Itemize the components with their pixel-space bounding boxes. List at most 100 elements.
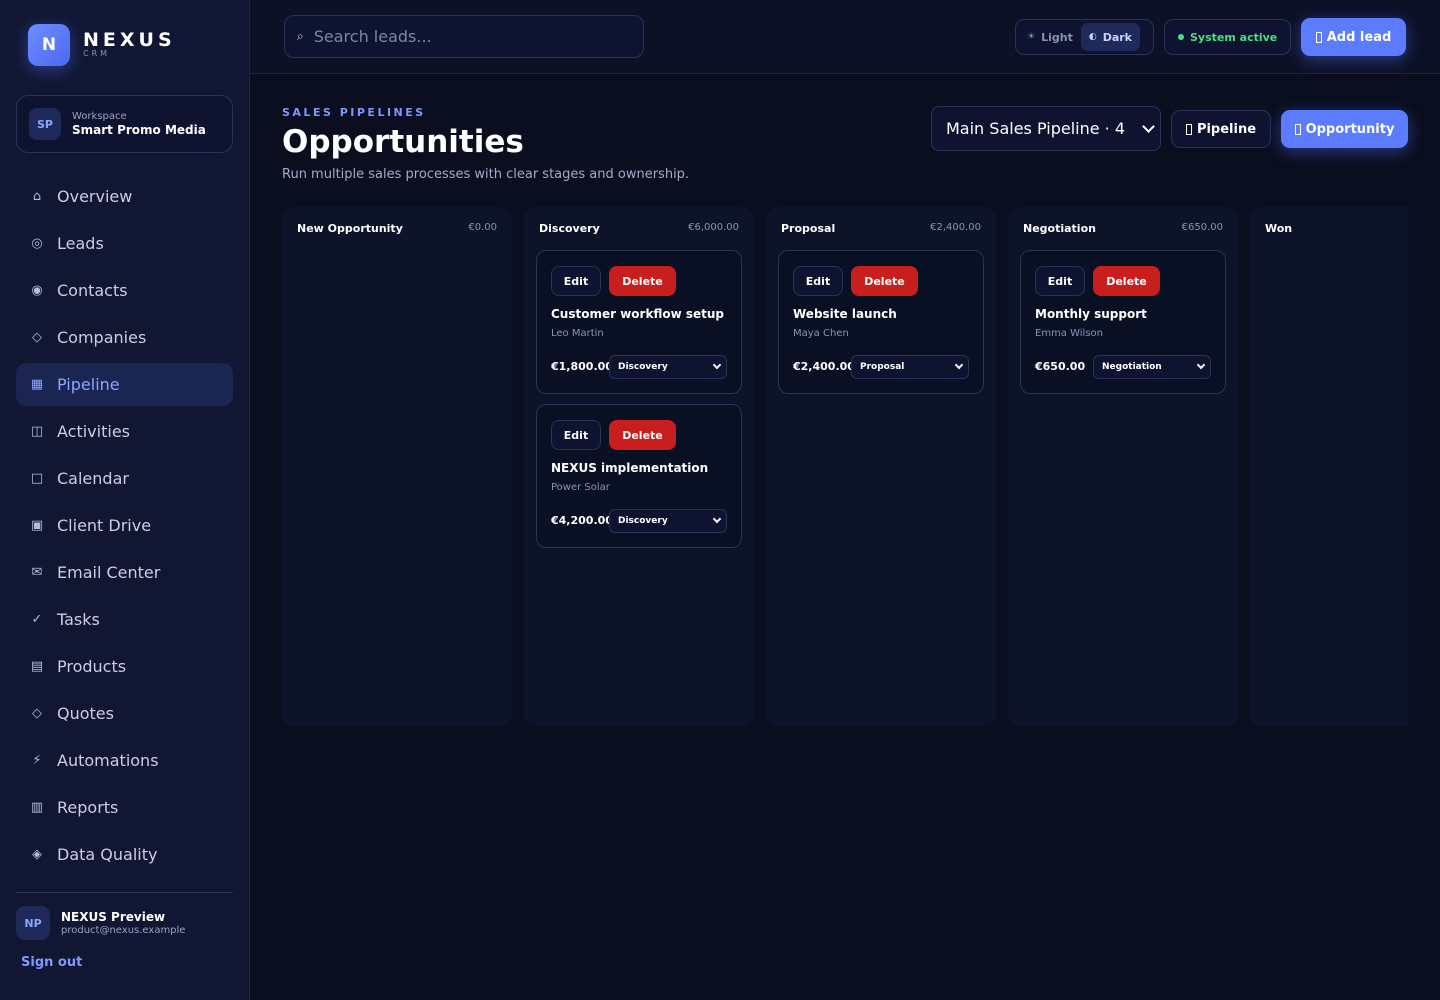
add-lead-button[interactable]: Add lead (1301, 18, 1406, 56)
sidebar-item-leads[interactable]: ◎ Leads (16, 222, 233, 265)
sun-icon: ☀ (1027, 32, 1036, 42)
sign-out-link[interactable]: Sign out (21, 955, 82, 970)
edit-button[interactable]: Edit (793, 266, 843, 296)
stage-select[interactable]: Proposal (851, 355, 969, 379)
sidebar-item-label: Email Center (57, 563, 161, 582)
sidebar-item-label: Calendar (57, 469, 129, 488)
sidebar-item-client-drive[interactable]: ▣ Client Drive (16, 504, 233, 547)
stage-name: Discovery (539, 222, 600, 235)
opportunity-title: NEXUS implementation (551, 461, 709, 475)
pipeline-select[interactable]: Main Sales Pipeline · 4 (931, 106, 1161, 151)
new-pipeline-label: Pipeline (1196, 121, 1257, 137)
opportunity-card[interactable]: Edit Delete Customer workflow setup Leo Mar… (536, 250, 742, 394)
status-badge: System active (1164, 19, 1291, 55)
stage-select[interactable]: Negotiation (1093, 355, 1211, 379)
sidebar-item-label: Overview (57, 187, 133, 206)
stage-total: €6,000.00 (688, 222, 739, 233)
opportunity-amount: €1,800.00 (551, 360, 613, 373)
opportunity-title: Customer workflow setup (551, 307, 724, 321)
sidebar-item-quotes[interactable]: ◇ Quotes (16, 692, 233, 735)
delete-button[interactable]: Delete (609, 420, 676, 450)
activity-icon: ◫ (30, 424, 44, 439)
status-dot-icon (1178, 34, 1184, 40)
delete-button[interactable]: Delete (609, 266, 676, 296)
theme-dark-label: Dark (1102, 30, 1132, 44)
stage-name: Proposal (781, 222, 836, 235)
theme-toggle: ☀ Light ◐ Dark (1015, 19, 1154, 55)
sidebar-item-label: Leads (57, 234, 104, 253)
lightning-icon: ⚡ (32, 753, 42, 768)
quality-icon: ◈ (32, 847, 42, 862)
sidebar-item-label: Quotes (57, 704, 114, 723)
sidebar-item-label: Pipeline (57, 375, 120, 394)
opportunity-card[interactable]: Edit Delete Website launch Maya Chen €2,400.… (778, 250, 984, 394)
edit-button[interactable]: Edit (551, 266, 601, 296)
sidebar-item-reports[interactable]: ▥ Reports (16, 786, 233, 829)
brand-logo: N (28, 24, 70, 66)
page-subtitle: Run multiple sales processes with clear … (282, 167, 690, 182)
search-box[interactable]: ⌕ (284, 15, 644, 58)
sidebar-item-pipeline[interactable]: ▦ Pipeline (16, 363, 233, 406)
plus-icon (1315, 31, 1322, 43)
sidebar-item-products[interactable]: ▤ Products (16, 645, 233, 688)
stage-select[interactable]: Discovery (609, 509, 727, 533)
opportunity-card[interactable]: Edit Delete NEXUS implementation Power Sola… (536, 404, 742, 548)
stage-name: Won (1265, 222, 1293, 235)
opportunity-amount: €4,200.00 (551, 514, 613, 527)
sidebar-item-label: Activities (57, 422, 130, 441)
edit-button[interactable]: Edit (1035, 266, 1085, 296)
sidebar-item-data-quality[interactable]: ◈ Data Quality (16, 833, 233, 876)
sidebar: N NEXUS CRM SP Workspace Smart Promo Med… (0, 0, 250, 1000)
new-opportunity-button[interactable]: Opportunity (1281, 110, 1408, 148)
pipeline-board: New Opportunity €0.00 Discovery €6,000.00 Ed… (282, 207, 1408, 727)
new-pipeline-button[interactable]: Pipeline (1171, 110, 1271, 148)
contact-icon: ◉ (31, 283, 43, 298)
brand[interactable]: N NEXUS CRM (28, 24, 176, 66)
delete-button[interactable]: Delete (1093, 266, 1160, 296)
opportunity-card[interactable]: Edit Delete Monthly support Emma Wilson €650… (1020, 250, 1226, 394)
opportunity-amount: €2,400.00 (793, 360, 855, 373)
target-icon: ◎ (31, 236, 43, 251)
sidebar-item-tasks[interactable]: ✓ Tasks (16, 598, 233, 641)
edit-button[interactable]: Edit (551, 420, 601, 450)
add-lead-label: Add lead (1326, 29, 1392, 45)
sidebar-item-overview[interactable]: ⌂ Overview (16, 175, 233, 218)
user-email: product@nexus.example (61, 924, 186, 936)
sidebar-item-label: Reports (57, 798, 119, 817)
sidebar-item-contacts[interactable]: ◉ Contacts (16, 269, 233, 312)
search-input[interactable] (313, 27, 624, 46)
page-title: Opportunities (282, 124, 524, 160)
stage-column-negotiation: Negotiation €650.00 Edit Delete Monthly supp… (1008, 207, 1238, 726)
avatar: NP (16, 906, 50, 940)
brand-name: NEXUS (83, 29, 176, 51)
workspace-name: Smart Promo Media (72, 122, 206, 137)
plus-icon (1294, 123, 1301, 135)
sidebar-item-label: Products (57, 657, 127, 676)
reports-icon: ▥ (30, 800, 44, 815)
sidebar-item-calendar[interactable]: □ Calendar (16, 457, 233, 500)
sidebar-item-email-center[interactable]: ✉ Email Center (16, 551, 233, 594)
theme-light-button[interactable]: ☀ Light (1019, 23, 1081, 51)
stage-column-new-opportunity: New Opportunity €0.00 (282, 207, 512, 726)
stage-name: Negotiation (1023, 222, 1096, 235)
stage-column-won: Won (1250, 207, 1408, 726)
user-name: NEXUS Preview (61, 909, 166, 924)
sidebar-item-automations[interactable]: ⚡ Automations (16, 739, 233, 782)
pipeline-icon: ▦ (30, 377, 44, 392)
sidebar-item-label: Companies (57, 328, 147, 347)
workspace-label: Workspace (72, 110, 127, 122)
workspace-badge: SP (29, 108, 61, 140)
opportunity-owner: Emma Wilson (1035, 328, 1103, 339)
opportunity-title: Website launch (793, 307, 897, 321)
theme-dark-button[interactable]: ◐ Dark (1080, 23, 1140, 51)
stage-select[interactable]: Discovery (609, 355, 727, 379)
stage-column-proposal: Proposal €2,400.00 Edit Delete Website launc… (766, 207, 996, 726)
delete-button[interactable]: Delete (851, 266, 918, 296)
workspace-switcher[interactable]: SP Workspace Smart Promo Media (16, 95, 233, 153)
sidebar-item-companies[interactable]: ◇ Companies (16, 316, 233, 359)
stage-column-discovery: Discovery €6,000.00 Edit Delete Customer wor… (524, 207, 754, 726)
user-profile[interactable]: NP NEXUS Preview product@nexus.example (16, 906, 185, 940)
sidebar-item-activities[interactable]: ◫ Activities (16, 410, 233, 453)
topbar: ⌕ ☀ Light ◐ Dark System active Add lead (250, 0, 1440, 74)
page-eyebrow: SALES PIPELINES (282, 106, 426, 119)
